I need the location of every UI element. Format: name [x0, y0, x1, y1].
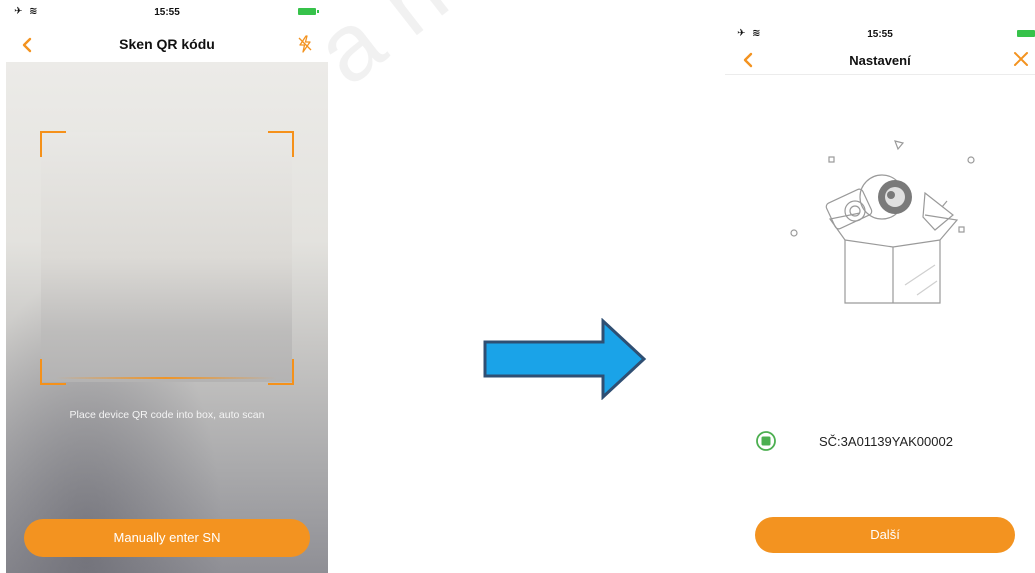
page-title: Nastavení	[849, 53, 911, 68]
battery-icon	[298, 8, 319, 15]
watermark: a hua	[295, 0, 761, 193]
flash-icon[interactable]	[296, 35, 314, 53]
status-bar: ✈ ≋ 15:55	[6, 0, 328, 24]
scan-line	[56, 377, 276, 379]
status-time: 15:55	[154, 7, 180, 18]
device-status-icon	[756, 431, 776, 451]
scan-corner	[40, 131, 66, 157]
device-box-icon	[790, 140, 975, 304]
nav-bar: Nastavení	[725, 20, 1035, 75]
camera-view: Place device QR code into box, auto scan	[6, 62, 328, 573]
next-button[interactable]: Další	[755, 517, 1015, 553]
scan-corner	[268, 131, 294, 157]
settings-screen: ✈ ≋ 15:55 Nastavení SČ:3A01139YAK00002 D…	[725, 0, 1035, 573]
page-title: Sken QR kódu	[119, 36, 215, 52]
serial-number-row: SČ:3A01139YAK00002	[755, 430, 1015, 454]
qr-scan-screen: ✈ ≋ 15:55 Sken QR kódu Place device QR c…	[6, 0, 328, 573]
scan-hint: Place device QR code into box, auto scan	[69, 409, 265, 421]
manual-sn-button[interactable]: Manually enter SN	[24, 519, 310, 557]
nav-bar: Sken QR kódu	[6, 24, 328, 62]
scan-corner	[268, 359, 294, 385]
scan-box	[41, 132, 292, 382]
scan-corner	[40, 359, 66, 385]
close-icon[interactable]	[1013, 51, 1029, 67]
arrow-right-icon	[483, 318, 647, 400]
serial-number: SČ:3A01139YAK00002	[819, 434, 953, 449]
